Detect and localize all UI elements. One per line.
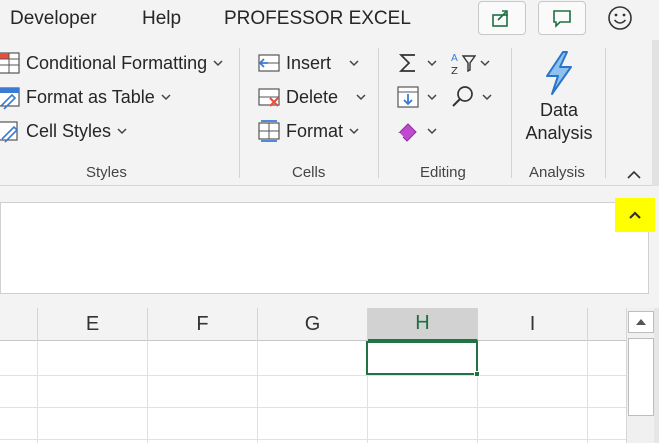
svg-text:A: A <box>451 53 458 64</box>
grid-column-line <box>37 341 38 443</box>
smiley-icon[interactable] <box>606 4 634 32</box>
group-divider <box>239 48 240 178</box>
grid-row-line <box>0 407 626 408</box>
find-icon <box>452 86 473 107</box>
sort-filter-icon: A Z <box>451 53 476 76</box>
insert-cells-icon <box>258 54 280 72</box>
conditional-formatting-icon <box>0 52 20 74</box>
format-label: Format <box>286 120 344 141</box>
chevron-down-icon <box>480 60 490 67</box>
chevron-down-icon <box>427 60 437 67</box>
delete-button[interactable]: Delete <box>256 84 366 110</box>
cell-styles-button[interactable]: Cell Styles <box>0 118 127 144</box>
fill-handle[interactable] <box>474 371 480 377</box>
format-as-table-button[interactable]: Format as Table <box>0 84 171 110</box>
data-analysis-label-line1: Data <box>539 100 579 120</box>
grid-row-line <box>0 375 626 376</box>
grid-column-line <box>257 341 258 443</box>
sort-filter-button[interactable]: A Z <box>450 50 490 76</box>
clear-icon <box>398 123 417 142</box>
column-header-f[interactable]: F <box>148 308 258 341</box>
data-analysis-button[interactable]: Data Analysis <box>520 50 598 154</box>
conditional-formatting-button[interactable]: Conditional Formatting <box>0 50 223 76</box>
autosum-button[interactable] <box>395 50 437 76</box>
delete-cells-icon <box>258 88 280 107</box>
share-icon <box>492 10 508 27</box>
clear-button[interactable] <box>395 118 437 144</box>
chevron-down-icon <box>356 94 366 101</box>
active-cell-h[interactable] <box>366 341 478 375</box>
svg-text:Z: Z <box>451 66 458 76</box>
grid-row-line <box>0 439 626 440</box>
data-analysis-label-line2: Analysis <box>525 123 593 143</box>
data-analysis-icon <box>546 51 572 95</box>
fill-button[interactable] <box>395 84 437 110</box>
fill-icon <box>397 86 419 108</box>
format-as-table-icon <box>0 87 20 110</box>
ribbon: Conditional Formatting Format as Table C… <box>0 40 659 186</box>
window-right-edge <box>654 308 659 443</box>
cell-styles-label: Cell Styles <box>26 120 112 141</box>
scroll-up-icon <box>636 319 646 325</box>
share-button[interactable] <box>478 1 526 35</box>
scrollbar-thumb[interactable] <box>628 338 654 416</box>
formula-bar-expanded[interactable] <box>0 202 649 294</box>
chevron-down-icon <box>427 128 437 135</box>
format-as-table-label: Format as Table <box>26 86 155 107</box>
chevron-down-icon <box>427 94 437 101</box>
chevron-down-icon <box>117 128 127 135</box>
menu-developer[interactable]: Developer <box>10 8 97 30</box>
collapse-formula-bar-button[interactable] <box>615 198 655 232</box>
worksheet-grid[interactable]: E F G H I <box>0 308 626 443</box>
find-select-button[interactable] <box>450 84 492 110</box>
delete-label: Delete <box>286 86 339 107</box>
column-header-partial[interactable] <box>0 308 38 341</box>
group-divider <box>605 48 606 178</box>
styles-group-label: Styles <box>86 164 127 181</box>
comments-button[interactable] <box>538 1 586 35</box>
insert-button[interactable]: Insert <box>256 50 359 76</box>
cells-group-label: Cells <box>292 164 326 181</box>
insert-label: Insert <box>286 52 332 73</box>
group-divider <box>378 48 379 178</box>
grid-column-line <box>587 341 588 443</box>
chevron-down-icon <box>482 94 492 101</box>
group-divider <box>511 48 512 178</box>
grid-column-line <box>147 341 148 443</box>
chevron-down-icon <box>161 94 171 101</box>
ribbon-side-strip <box>652 40 659 186</box>
analysis-group-label: Analysis <box>529 164 585 181</box>
collapse-formula-bar-icon <box>629 211 641 219</box>
scroll-up-button[interactable] <box>628 311 654 333</box>
editing-group-label: Editing <box>420 164 466 181</box>
conditional-formatting-label: Conditional Formatting <box>26 52 208 73</box>
column-header-row: E F G H I <box>0 308 626 341</box>
menu-bar: Developer Help PROFESSOR EXCEL <box>0 0 659 40</box>
chevron-down-icon <box>213 60 223 67</box>
chevron-down-icon <box>349 128 359 135</box>
collapse-ribbon-icon[interactable] <box>626 168 642 180</box>
comment-icon <box>553 10 571 28</box>
cell-styles-icon <box>0 121 19 143</box>
column-header-g[interactable]: G <box>258 308 368 341</box>
column-header-e[interactable]: E <box>38 308 148 341</box>
column-header-i[interactable]: I <box>478 308 588 341</box>
autosum-icon <box>398 54 415 72</box>
menu-professor-excel[interactable]: PROFESSOR EXCEL <box>224 8 411 30</box>
column-header-h[interactable]: H <box>368 308 478 341</box>
format-button[interactable]: Format <box>256 118 359 144</box>
chevron-down-icon <box>349 60 359 67</box>
menu-help[interactable]: Help <box>142 8 181 30</box>
format-cells-icon <box>258 120 280 142</box>
